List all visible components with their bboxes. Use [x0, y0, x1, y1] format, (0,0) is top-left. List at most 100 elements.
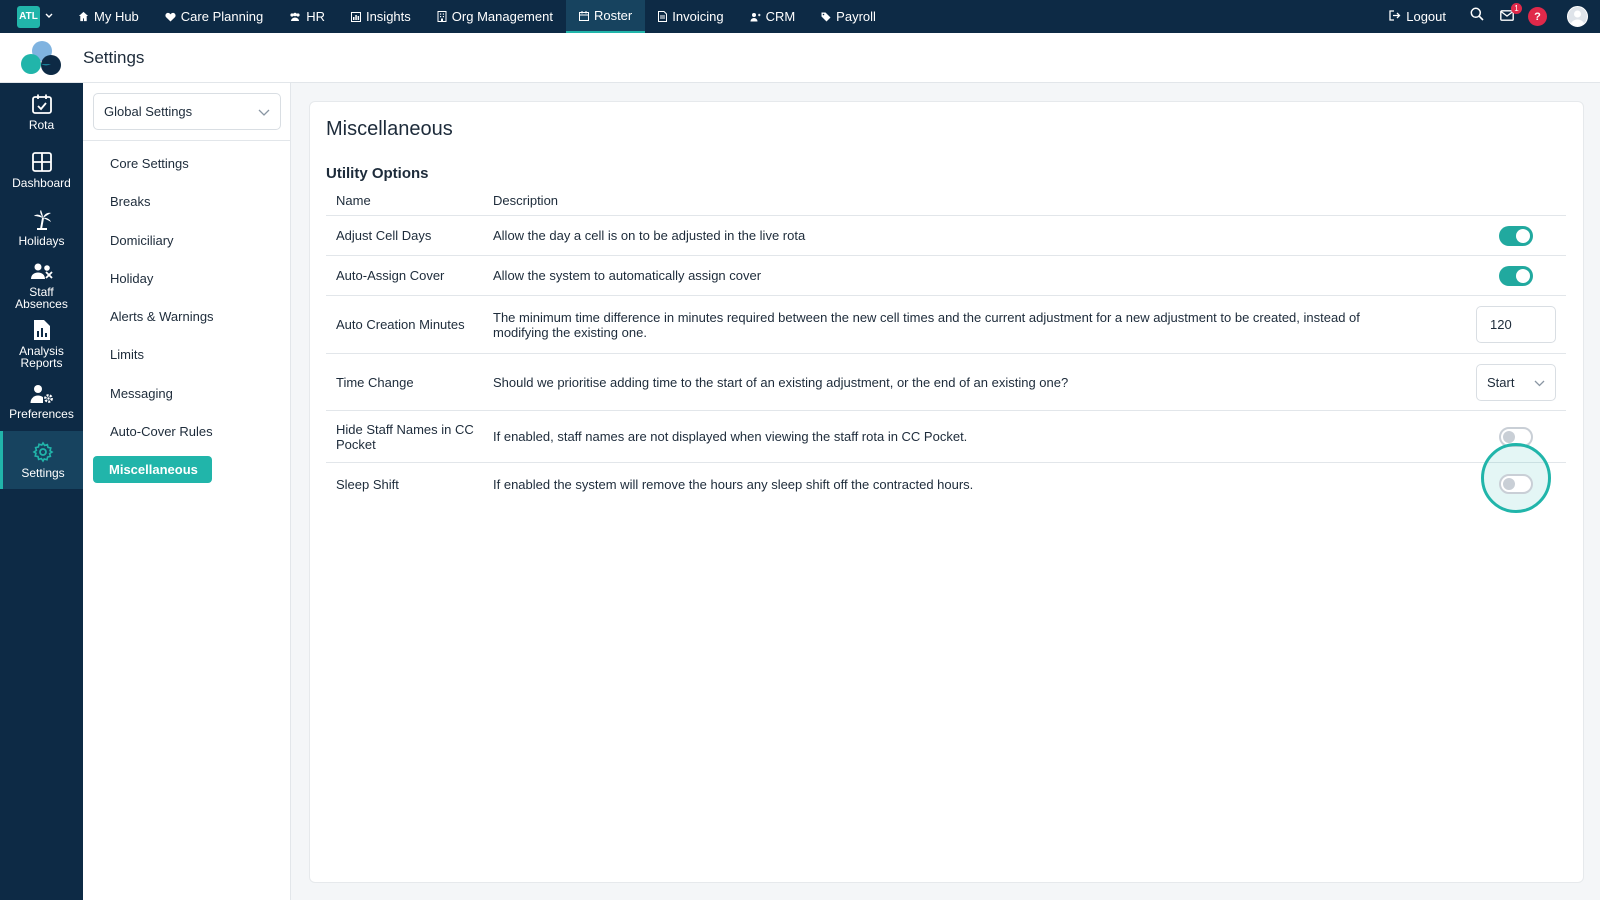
option-name: Sleep Shift: [336, 476, 399, 492]
rail-item-analysis-reports[interactable]: Analysis Reports: [0, 315, 83, 373]
palm-tree-icon: [33, 210, 51, 230]
rail-item-rota[interactable]: Rota: [0, 83, 83, 141]
option-description: If enabled, staff names are not displaye…: [493, 429, 968, 444]
rail-label: Preferences: [9, 407, 74, 421]
option-name: Adjust Cell Days: [336, 228, 432, 243]
toggle-knob: [1503, 478, 1515, 490]
auto-assign-cover-toggle[interactable]: [1499, 265, 1533, 286]
select-value: Start: [1487, 374, 1515, 390]
rail-item-settings[interactable]: Settings: [0, 431, 83, 489]
settings-scope-select[interactable]: Global Settings: [93, 93, 281, 130]
chevron-down-icon: [258, 104, 270, 119]
nav-hr[interactable]: HR: [276, 0, 338, 33]
logout-button[interactable]: Logout: [1389, 9, 1446, 24]
rail-label: Analysis Reports: [19, 344, 64, 370]
user-icon: [1570, 10, 1585, 26]
nav-org-management[interactable]: Org Management: [424, 0, 566, 33]
table-row: Adjust Cell Days Allow the day a cell is…: [326, 216, 1566, 256]
nav-insights[interactable]: Insights: [338, 0, 424, 33]
notification-badge: 1: [1511, 2, 1522, 14]
nav-label: Invoicing: [672, 9, 724, 24]
utility-options-table: Name Description Adjust Cell Days Allow …: [326, 186, 1566, 513]
nav-my-hub[interactable]: My Hub: [65, 0, 152, 33]
nav-label: Care Planning: [180, 9, 264, 24]
nav-invoicing[interactable]: Invoicing: [645, 0, 736, 33]
nav-label: My Hub: [94, 9, 139, 24]
settings-card: Miscellaneous Utility Options Name Descr…: [309, 101, 1584, 883]
calendar-check-icon: [31, 94, 52, 114]
app-logo[interactable]: [18, 40, 66, 76]
settings-nav-alerts-warnings[interactable]: Alerts & Warnings: [93, 303, 281, 330]
toggle-knob: [1516, 268, 1530, 283]
page-header: Settings: [0, 33, 1600, 83]
nav-roster[interactable]: Roster: [565, 0, 646, 33]
settings-nav-domiciliary[interactable]: Domiciliary: [93, 227, 281, 254]
option-name: Auto Creation Minutes: [336, 317, 465, 332]
document-icon: [658, 11, 668, 22]
search-icon: [1470, 7, 1484, 26]
settings-nav-holiday[interactable]: Holiday: [93, 265, 281, 292]
rail-label: Staff Absences: [15, 285, 68, 311]
sleep-shift-toggle[interactable]: [1499, 474, 1533, 494]
table-row: Auto Creation Minutes The minimum time d…: [326, 296, 1566, 354]
nav-label: CRM: [765, 9, 796, 24]
nav-crm[interactable]: CRM: [737, 0, 809, 33]
rail-item-holidays[interactable]: Holidays: [0, 199, 83, 257]
org-switcher[interactable]: ATL: [17, 0, 53, 33]
contacts-icon: [750, 12, 761, 22]
chevron-down-icon: [45, 11, 53, 22]
auto-creation-minutes-input[interactable]: 120: [1476, 306, 1556, 343]
nav-right-group: Logout 1 ?: [1389, 0, 1600, 33]
logout-icon: [1389, 9, 1401, 24]
settings-nav-messaging[interactable]: Messaging: [93, 380, 281, 407]
rail-label: Dashboard: [12, 176, 71, 190]
rail-item-preferences[interactable]: Preferences: [0, 373, 83, 431]
notifications-button[interactable]: 1: [1496, 2, 1522, 28]
dashboard-icon: [31, 152, 52, 172]
settings-nav-auto-cover-rules[interactable]: Auto-Cover Rules: [93, 418, 281, 445]
option-description: If enabled the system will remove the ho…: [493, 476, 974, 492]
rail-item-dashboard[interactable]: Dashboard: [0, 141, 83, 199]
nav-label: Org Management: [451, 9, 553, 24]
left-rail: Rota Dashboard Holidays Staff Absences A…: [0, 83, 83, 900]
gear-icon: [32, 441, 54, 463]
heart-icon: [165, 12, 176, 22]
toggle-knob: [1516, 228, 1530, 243]
nav-care-planning[interactable]: Care Planning: [152, 0, 276, 33]
user-cog-icon: [30, 385, 53, 403]
column-header-description: Description: [493, 193, 559, 208]
settings-nav-breaks[interactable]: Breaks: [93, 188, 281, 215]
people-icon: [289, 12, 301, 22]
help-button[interactable]: ?: [1528, 7, 1547, 26]
nav-payroll[interactable]: Payroll: [808, 0, 889, 33]
option-name: Hide Staff Names in CC Pocket: [336, 421, 474, 452]
adjust-cell-days-toggle[interactable]: [1499, 225, 1533, 246]
report-icon: [33, 320, 50, 340]
hide-staff-names-toggle[interactable]: [1499, 426, 1533, 447]
table-row: Time Change Should we prioritise adding …: [326, 354, 1566, 411]
logout-label: Logout: [1406, 9, 1446, 24]
option-description: Allow the system to automatically assign…: [493, 268, 762, 283]
option-description: Should we prioritise adding time to the …: [493, 374, 1069, 390]
nav-label: Roster: [593, 8, 633, 23]
section-title: Miscellaneous: [326, 118, 453, 140]
top-nav: ATL My Hub Care Planning HR Insights Org…: [0, 0, 1600, 33]
building-icon: [437, 11, 447, 22]
settings-nav-limits[interactable]: Limits: [93, 341, 281, 368]
org-badge: ATL: [17, 5, 40, 28]
table-row: Sleep Shift If enabled the system will r…: [326, 443, 1566, 513]
nav-label: Insights: [365, 9, 411, 24]
option-description: Allow the day a cell is on to be adjuste…: [493, 228, 806, 243]
time-change-select[interactable]: Start: [1476, 363, 1556, 401]
avatar[interactable]: [1567, 6, 1588, 27]
search-button[interactable]: [1466, 6, 1488, 28]
rail-label: Holidays: [18, 234, 65, 248]
tag-icon: [821, 12, 831, 22]
user-absence-icon: [30, 263, 53, 279]
page-title: Settings: [83, 47, 145, 67]
settings-nav-core-settings[interactable]: Core Settings: [93, 150, 281, 177]
home-icon: [78, 11, 89, 22]
settings-nav-miscellaneous[interactable]: Miscellaneous: [93, 456, 212, 484]
option-description: The minimum time difference in minutes r…: [493, 309, 1360, 340]
rail-item-staff-absences[interactable]: Staff Absences: [0, 257, 83, 315]
